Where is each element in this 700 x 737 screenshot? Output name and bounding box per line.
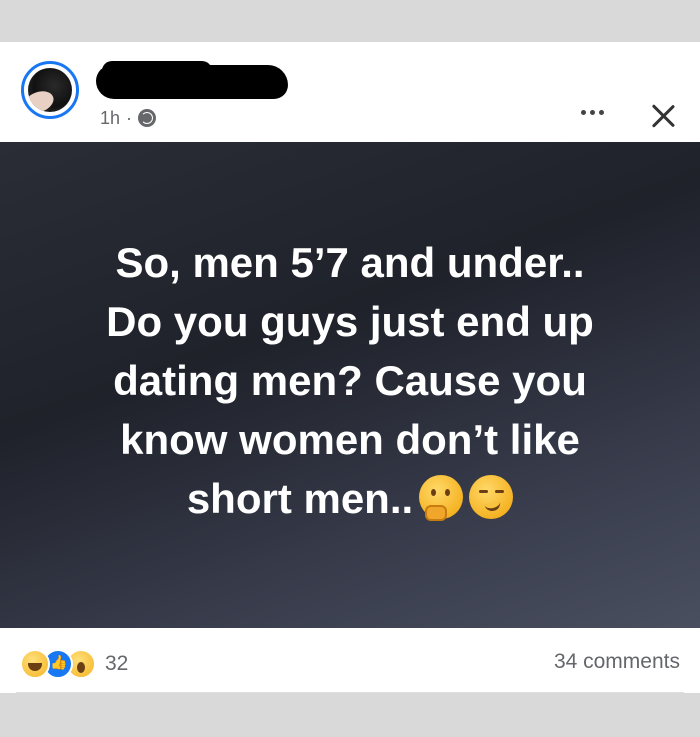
post-text-line: Do you guys just end up (106, 297, 594, 345)
post-footer: 32 34 comments (0, 628, 700, 693)
thinking-face-icon (419, 474, 464, 521)
post-text-line: know women don’t like (120, 415, 580, 463)
globe-icon (138, 109, 157, 127)
post-text-line: dating men? Cause you (113, 356, 587, 404)
dot-icon (580, 109, 586, 115)
author-name-redacted (96, 61, 288, 99)
more-options-button[interactable] (572, 100, 612, 124)
comments-count-link[interactable]: 34 comments (554, 650, 680, 674)
post-text-line: short men.. (186, 474, 414, 522)
post-text: So, men 5’7 and under.. Do you guys just… (50, 233, 650, 528)
post-time[interactable]: 1h (100, 108, 120, 129)
post-background: So, men 5’7 and under.. Do you guys just… (0, 142, 700, 628)
author-avatar[interactable] (21, 61, 79, 119)
dot-icon (598, 109, 604, 115)
post-text-last-line: short men.. (50, 469, 650, 528)
smirking-face-icon (469, 474, 514, 519)
footer-divider (16, 692, 684, 693)
post-header: 1h · (0, 42, 700, 142)
reactions-summary[interactable]: 32 (20, 649, 128, 679)
post-card: 1h · So, men 5’7 and under.. Do you guys… (0, 42, 700, 693)
haha-reaction-icon (20, 649, 50, 679)
post-meta: 1h · (100, 106, 157, 130)
close-icon[interactable] (645, 99, 681, 135)
dot-icon (589, 109, 595, 115)
post-text-line: So, men 5’7 and under.. (115, 238, 585, 286)
reaction-count: 32 (105, 652, 129, 675)
avatar-photo (28, 68, 72, 112)
meta-separator: · (126, 107, 133, 128)
